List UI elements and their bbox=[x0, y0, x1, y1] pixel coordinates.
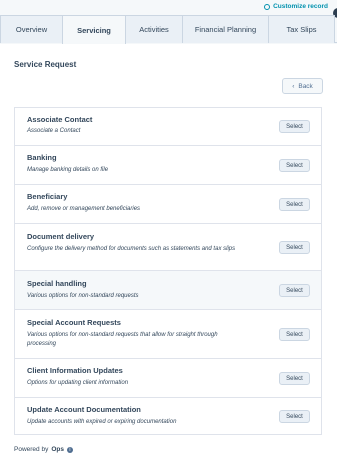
item-title: Special handling bbox=[27, 279, 87, 288]
item-title: Update Account Documentation bbox=[27, 405, 141, 414]
back-button[interactable]: ‹ Back bbox=[282, 78, 323, 94]
list-item: Associate Contact Associate a Contact Se… bbox=[14, 108, 322, 146]
select-button[interactable]: Select bbox=[279, 328, 310, 341]
gear-icon bbox=[264, 3, 271, 10]
info-icon[interactable]: i bbox=[66, 446, 73, 453]
select-button[interactable]: Select bbox=[279, 120, 310, 133]
select-button[interactable]: Select bbox=[279, 284, 310, 297]
customize-record-label: Customize record bbox=[273, 3, 328, 10]
tab-servicing[interactable]: Servicing bbox=[62, 15, 126, 44]
powered-by: Powered by Ops i bbox=[14, 446, 73, 453]
back-label: Back bbox=[298, 82, 313, 90]
item-description: Configure the delivery method for docume… bbox=[27, 246, 236, 252]
list-item: Special Account Requests Various options… bbox=[14, 310, 322, 359]
list-item: Client Information Updates Options for u… bbox=[14, 359, 322, 398]
section-title: Service Request bbox=[14, 60, 77, 69]
item-title: Document delivery bbox=[27, 232, 95, 241]
list-item: Banking Manage banking details on file S… bbox=[14, 146, 322, 185]
tab-tax-slips[interactable]: Tax Slips bbox=[268, 15, 335, 43]
tab-activities[interactable]: Activities bbox=[125, 15, 183, 43]
item-description: Various options for non-standard request… bbox=[27, 332, 218, 347]
item-description: Options for updating client information bbox=[27, 380, 129, 386]
powered-by-brand: Ops bbox=[51, 446, 64, 453]
customize-record-link[interactable]: Customize record bbox=[264, 3, 328, 10]
select-button[interactable]: Select bbox=[279, 372, 310, 385]
item-description: Add, remove or management beneficiaries bbox=[27, 206, 141, 212]
service-request-card: Service Request ‹ Back Associate Contact… bbox=[0, 44, 337, 460]
tab-overview[interactable]: Overview bbox=[0, 15, 63, 43]
chevron-left-icon: ‹ bbox=[292, 82, 295, 90]
tab-bar: Overview Servicing Activities Financial … bbox=[0, 15, 337, 44]
item-title: Beneficiary bbox=[27, 192, 68, 201]
top-bar: Customize record bbox=[0, 0, 337, 18]
list-item: Document delivery Configure the delivery… bbox=[14, 224, 322, 271]
list-item: Update Account Documentation Update acco… bbox=[14, 398, 322, 435]
tab-financial-planning[interactable]: Financial Planning bbox=[182, 15, 269, 43]
select-button[interactable]: Select bbox=[279, 241, 310, 254]
item-title: Banking bbox=[27, 153, 57, 162]
select-button[interactable]: Select bbox=[279, 198, 310, 211]
item-title: Special Account Requests bbox=[27, 318, 121, 327]
powered-by-prefix: Powered by bbox=[14, 446, 49, 453]
select-button[interactable]: Select bbox=[279, 159, 310, 172]
item-description: Manage banking details on file bbox=[27, 167, 109, 173]
item-description: Update accounts with expired or expiring… bbox=[27, 419, 177, 425]
list-item: Special handling Various options for non… bbox=[14, 271, 322, 310]
item-title: Client Information Updates bbox=[27, 366, 123, 375]
select-button[interactable]: Select bbox=[279, 410, 310, 423]
item-title: Associate Contact bbox=[27, 115, 93, 124]
service-request-list: Associate Contact Associate a Contact Se… bbox=[14, 107, 322, 435]
item-description: Associate a Contact bbox=[27, 128, 81, 134]
item-description: Various options for non-standard request… bbox=[27, 293, 139, 299]
list-item: Beneficiary Add, remove or management be… bbox=[14, 185, 322, 224]
